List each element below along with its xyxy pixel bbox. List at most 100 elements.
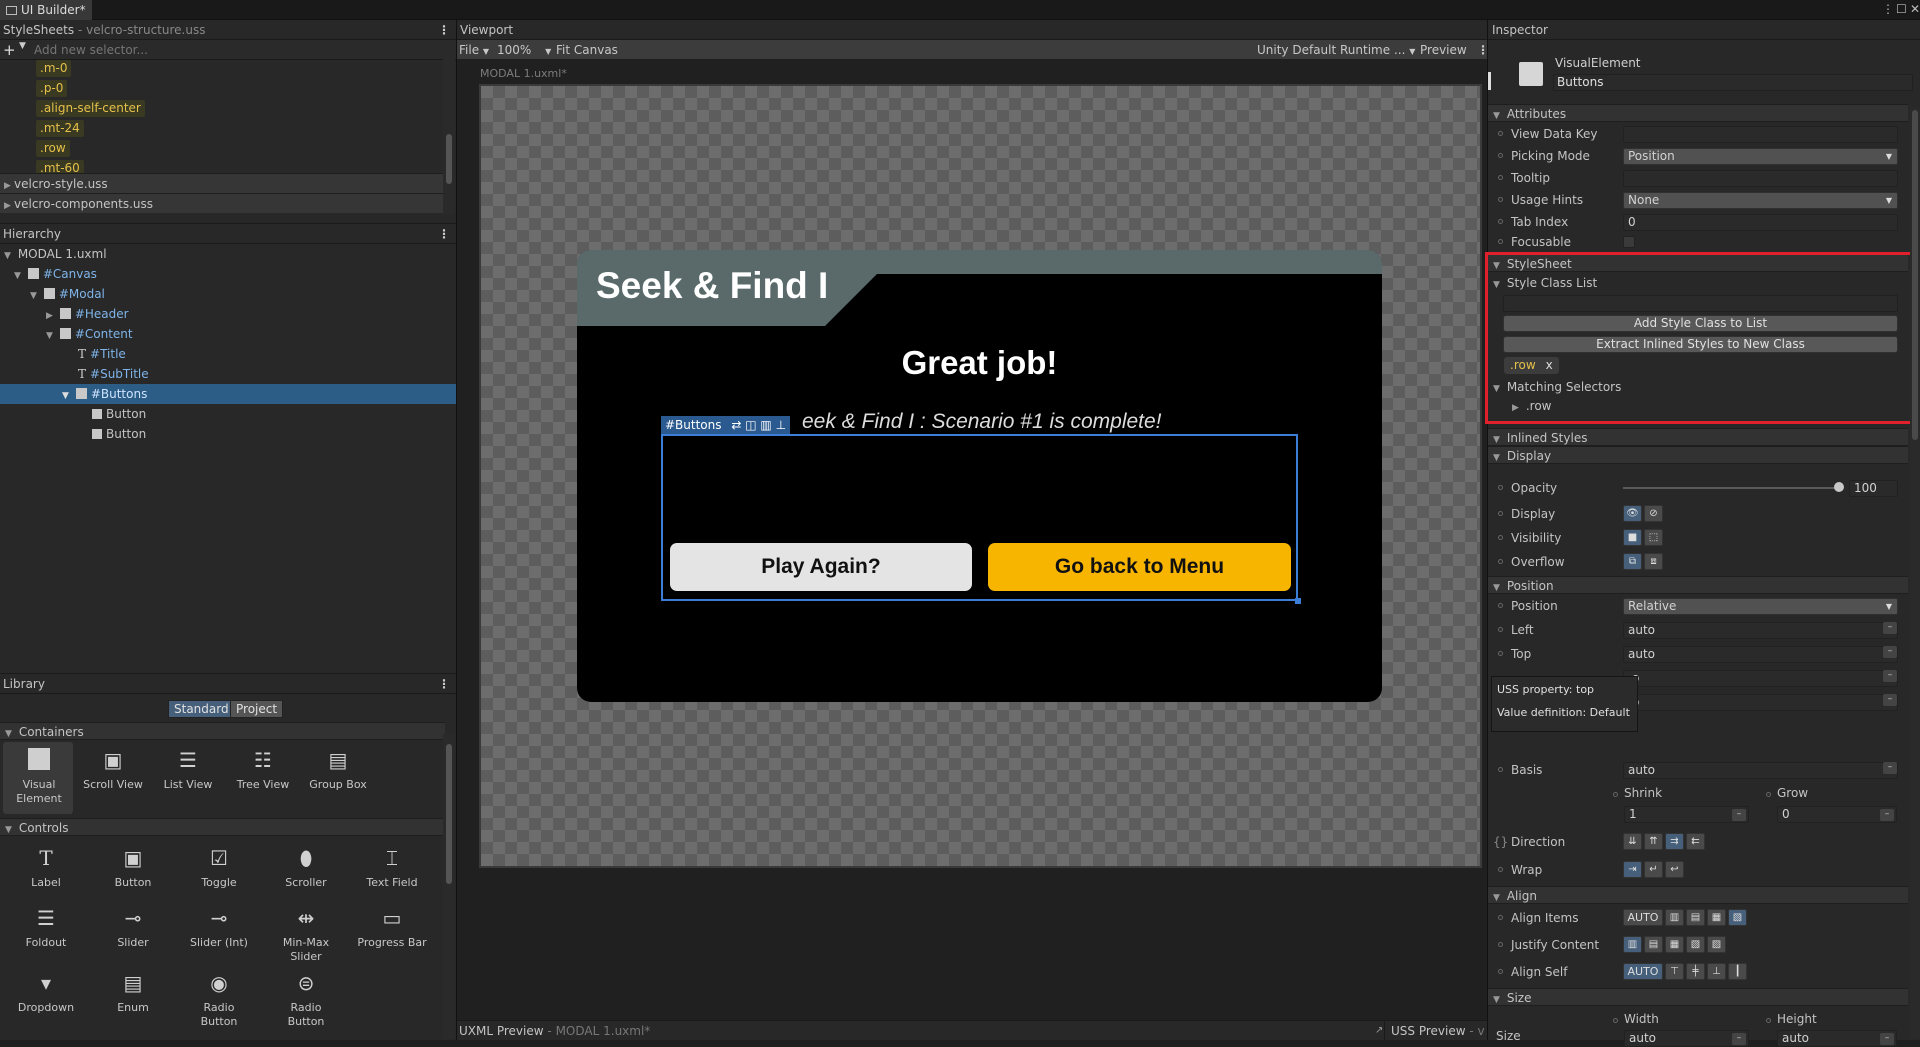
element-name-field[interactable]: Buttons (1553, 74, 1913, 91)
selector-item[interactable]: .p-0 (36, 80, 68, 97)
window-tab[interactable]: UI Builder* (0, 0, 92, 20)
play-again-button[interactable]: Play Again? (670, 543, 972, 591)
library-item-tree-view[interactable]: ☷ Tree View (228, 748, 298, 792)
library-item-enum[interactable]: ▤ Enum (98, 971, 168, 1015)
library-item-scroll-view[interactable]: ▣ Scroll View (78, 748, 148, 792)
selector-item[interactable]: .row (36, 140, 70, 157)
justify-center-icon[interactable]: ▤ (1644, 936, 1663, 953)
tree-item-canvas[interactable]: ▼ #Canvas (0, 264, 456, 284)
add-dropdown-icon[interactable]: ▼ (19, 41, 26, 51)
library-item-dropdown[interactable]: ▾ Dropdown (11, 971, 81, 1015)
align-center-icon[interactable]: ▤ (1686, 909, 1705, 926)
display-section[interactable]: ▼ Display (1488, 446, 1908, 464)
maximize-icon[interactable]: ☐ (1896, 2, 1907, 16)
focusable-checkbox[interactable] (1623, 236, 1635, 248)
align-header[interactable]: ▼ Align (1488, 886, 1908, 904)
library-item-slider[interactable]: ⊸ Slider (98, 906, 168, 950)
align-end-icon[interactable]: ▦ (1707, 909, 1726, 926)
column-icon[interactable]: ⇊ (1623, 833, 1642, 850)
tree-item-title[interactable]: T #Title (0, 344, 456, 364)
justify-start-icon[interactable]: ▥ (1623, 936, 1642, 953)
justify-end-icon[interactable]: ▦ (1665, 936, 1684, 953)
grow-input[interactable]: 0 (1777, 806, 1897, 823)
basis-input[interactable]: auto (1623, 762, 1898, 779)
library-item-button[interactable]: ▣ Button (98, 846, 168, 890)
position-header[interactable]: ▼ Position (1488, 576, 1908, 594)
overflow-hidden-icon[interactable]: ⧈ (1644, 553, 1663, 570)
back-to-menu-button[interactable]: Go back to Menu (988, 543, 1291, 591)
close-icon[interactable]: ✕ (1910, 2, 1920, 16)
file-menu[interactable]: File ▼ (459, 40, 489, 62)
right-input[interactable]: o (1623, 670, 1898, 687)
library-item-label[interactable]: T Label (11, 846, 81, 890)
row-icon[interactable]: ⇉ (1665, 833, 1684, 850)
library-scrollbar[interactable] (443, 734, 455, 1039)
unit-toggle[interactable]: – (1880, 809, 1894, 821)
zoom-dropdown[interactable]: 100% ▼ (497, 40, 551, 62)
tree-item-content[interactable]: ▼ #Content (0, 324, 456, 344)
resize-handle[interactable] (1295, 598, 1301, 604)
size-header[interactable]: ▼ Size (1488, 988, 1908, 1006)
align-self-end-icon[interactable]: ⊥ (1707, 963, 1726, 980)
library-item-foldout[interactable]: ☰ Foldout (11, 906, 81, 950)
inspector-scrollbar[interactable] (1910, 108, 1920, 1038)
opacity-input[interactable]: 100 (1849, 480, 1898, 497)
tab-project[interactable]: Project (230, 700, 284, 718)
library-item-list-view[interactable]: ☰ List View (153, 748, 223, 792)
selector-item[interactable]: .align-self-center (36, 100, 145, 117)
tree-item-modal[interactable]: ▼ #Modal (0, 284, 456, 304)
justify-between-icon[interactable]: ▧ (1686, 936, 1705, 953)
uxml-preview-tab[interactable]: UXML Preview - MODAL 1.uxml* (459, 1021, 650, 1041)
hierarchy-menu-icon[interactable]: ⋮ (438, 224, 450, 244)
hidden-icon[interactable]: ⬚ (1644, 529, 1663, 546)
stylesheet-file-row[interactable]: ▶ velcro-components.uss (0, 193, 443, 213)
unit-toggle[interactable]: – (1883, 646, 1897, 658)
nowrap-icon[interactable]: ⇥ (1623, 861, 1642, 878)
column-reverse-icon[interactable]: ⇈ (1644, 833, 1663, 850)
view-data-key-input[interactable] (1623, 126, 1898, 143)
usage-hints-dropdown[interactable]: None (1623, 192, 1898, 209)
fit-canvas-button[interactable]: Fit Canvas (556, 40, 618, 60)
tree-item-subtitle[interactable]: T #SubTitle (0, 364, 456, 384)
library-item-min-max-slider[interactable]: ⇹ Min-Max Slider (271, 906, 341, 964)
containers-section[interactable]: ▼ Containers (0, 722, 445, 740)
buttons-container[interactable]: Play Again? Go back to Menu (661, 434, 1301, 604)
unit-toggle[interactable]: – (1732, 809, 1746, 821)
uss-preview-tab[interactable]: USS Preview - v (1391, 1021, 1485, 1041)
overflow-visible-icon[interactable]: ⧉ (1623, 553, 1642, 570)
align-self-center-icon[interactable]: ╪ (1686, 963, 1705, 980)
align-auto-button[interactable]: AUTO (1623, 909, 1663, 926)
opacity-slider-thumb[interactable] (1834, 482, 1844, 492)
inlined-styles-header[interactable]: ▼ Inlined Styles (1488, 428, 1908, 446)
unit-toggle[interactable]: – (1883, 670, 1897, 682)
add-selector-button[interactable]: + (3, 40, 16, 60)
selection-tag[interactable]: #Buttons ⇄ ◫ ▥ ⊥ (661, 416, 791, 434)
unit-toggle[interactable]: – (1883, 694, 1897, 706)
selector-item[interactable]: .m-0 (36, 60, 72, 77)
library-item-slider-int[interactable]: ⊸ Slider (Int) (184, 906, 254, 950)
more-icon[interactable]: ⋮ (1882, 2, 1894, 16)
height-input[interactable]: auto (1777, 1030, 1897, 1047)
library-item-radio-button-group[interactable]: ⊜ Radio Button (271, 971, 341, 1029)
tab-standard[interactable]: Standard (168, 700, 235, 718)
opacity-slider-track[interactable] (1623, 487, 1839, 489)
tree-item-root[interactable]: ▼ MODAL 1.uxml (0, 244, 456, 264)
tree-item-header[interactable]: ▶ #Header (0, 304, 456, 324)
library-item-progress-bar[interactable]: ▭ Progress Bar (357, 906, 427, 950)
library-item-radio-button[interactable]: ◉ Radio Button (184, 971, 254, 1029)
stylesheet-file-row[interactable]: ▶ velcro-style.uss (0, 173, 443, 193)
library-menu-icon[interactable]: ⋮ (438, 674, 450, 694)
wrap-reverse-icon[interactable]: ↩ (1665, 861, 1684, 878)
stylesheets-scrollbar[interactable] (443, 54, 455, 214)
unit-toggle[interactable]: – (1883, 762, 1897, 774)
tree-item-button[interactable]: Button (0, 424, 456, 444)
preview-button[interactable]: Preview (1420, 40, 1467, 60)
add-selector-input[interactable] (34, 42, 444, 58)
align-self-auto-button[interactable]: AUTO (1623, 963, 1663, 980)
selector-item[interactable]: .mt-24 (36, 120, 84, 137)
shrink-input[interactable]: 1 (1624, 806, 1749, 823)
visible-icon[interactable]: ■ (1623, 529, 1642, 546)
unit-toggle[interactable]: – (1880, 1033, 1894, 1045)
display-none-icon[interactable]: ⊘ (1644, 505, 1663, 522)
tree-item-button[interactable]: Button (0, 404, 456, 424)
